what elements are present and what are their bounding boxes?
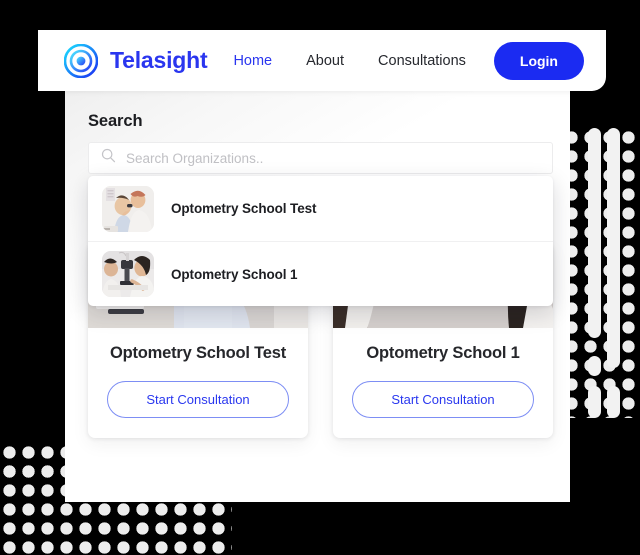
brand-name: Telasight (110, 47, 208, 73)
search-heading: Search (88, 112, 143, 130)
search-suggestions-dropdown: Optometry School Test Optometry School 1 (88, 176, 553, 306)
card-body: Optometry School 1 Start Consultation (333, 328, 553, 438)
suggestion-label: Optometry School Test (171, 201, 317, 216)
brand[interactable]: Telasight (64, 43, 208, 78)
search-input[interactable] (126, 150, 526, 166)
app-screenshot: Telasight Home About Consultations Login… (0, 0, 640, 555)
card-title: Optometry School Test (109, 344, 287, 362)
search-section: Search (88, 112, 553, 174)
slit-lamp-exam-photo (102, 251, 154, 297)
card-title: Optometry School 1 (366, 344, 520, 362)
nav-item-about[interactable]: About (306, 53, 344, 69)
login-button[interactable]: Login (493, 41, 584, 80)
suggestion-item[interactable]: Optometry School Test (88, 176, 553, 241)
search-field[interactable] (88, 142, 553, 174)
start-consultation-button[interactable]: Start Consultation (352, 381, 534, 418)
main-nav: Home About Consultations (233, 53, 465, 69)
child-eye-exam-photo (102, 185, 154, 232)
card-body: Optometry School Test Start Consultation (88, 328, 308, 438)
decorative-dot-grid-right (562, 128, 640, 418)
search-icon (101, 148, 116, 168)
start-consultation-button[interactable]: Start Consultation (107, 381, 289, 418)
concentric-eye-icon (64, 43, 98, 78)
decorative-bar-pattern-right (588, 128, 640, 418)
suggestion-item[interactable]: Optometry School 1 (88, 241, 553, 306)
site-header: Telasight Home About Consultations Login (38, 30, 606, 91)
nav-item-home[interactable]: Home (233, 53, 272, 69)
nav-item-consultations[interactable]: Consultations (378, 53, 466, 69)
suggestion-label: Optometry School 1 (171, 266, 298, 282)
